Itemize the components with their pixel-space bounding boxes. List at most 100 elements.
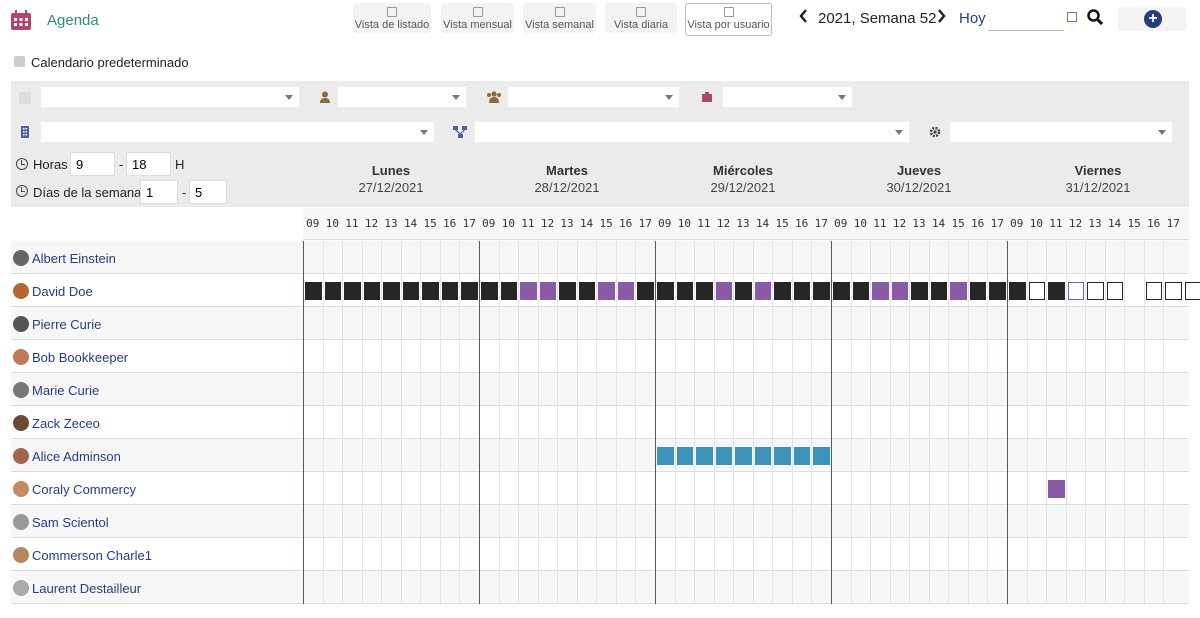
user-name-link[interactable]: Sam Scientol bbox=[32, 515, 109, 530]
event-block[interactable] bbox=[1028, 282, 1046, 300]
event-block[interactable] bbox=[813, 447, 830, 465]
event-block[interactable] bbox=[1185, 282, 1200, 300]
day-name: Jueves bbox=[896, 163, 942, 178]
hour-gridline bbox=[576, 274, 578, 307]
event-type-select[interactable] bbox=[40, 86, 300, 108]
filter-checkbox-icon[interactable] bbox=[19, 92, 31, 104]
hour-gridline bbox=[889, 307, 891, 340]
event-block[interactable] bbox=[793, 282, 811, 300]
event-block[interactable] bbox=[500, 282, 518, 300]
event-block[interactable] bbox=[383, 282, 400, 300]
event-block[interactable] bbox=[657, 447, 674, 465]
user-name-link[interactable]: David Doe bbox=[32, 284, 93, 299]
event-block[interactable] bbox=[754, 282, 772, 300]
event-block[interactable] bbox=[324, 282, 342, 300]
event-block[interactable] bbox=[1067, 282, 1085, 300]
event-block[interactable] bbox=[950, 282, 967, 300]
user-name-link[interactable]: Zack Zeceo bbox=[32, 416, 100, 431]
event-block[interactable] bbox=[461, 282, 478, 300]
event-block[interactable] bbox=[637, 282, 654, 300]
event-block[interactable] bbox=[1106, 282, 1124, 300]
event-block[interactable] bbox=[1009, 282, 1026, 300]
event-block[interactable] bbox=[872, 282, 889, 300]
checkbox-icon[interactable] bbox=[14, 56, 25, 67]
event-block[interactable] bbox=[539, 282, 557, 300]
project-select[interactable] bbox=[474, 121, 910, 143]
user-view-button[interactable]: Vista por usuario bbox=[685, 3, 772, 36]
date-input[interactable] bbox=[988, 7, 1064, 31]
event-block[interactable] bbox=[813, 282, 830, 300]
next-week-button[interactable] bbox=[937, 8, 947, 29]
user-select[interactable] bbox=[337, 86, 467, 108]
hour-gridline bbox=[791, 505, 793, 538]
event-block[interactable] bbox=[1145, 282, 1163, 300]
event-block[interactable] bbox=[402, 282, 420, 300]
event-block[interactable] bbox=[617, 282, 635, 300]
date-picker-icon[interactable] bbox=[1067, 12, 1077, 22]
day-view-button[interactable]: Vista diaria bbox=[605, 3, 677, 33]
resource-select[interactable] bbox=[722, 86, 853, 108]
page-title[interactable]: Agenda bbox=[47, 12, 99, 29]
event-block[interactable] bbox=[1087, 282, 1104, 300]
user-name-link[interactable]: Laurent Destailleur bbox=[32, 581, 141, 596]
event-block[interactable] bbox=[676, 447, 694, 465]
event-block[interactable] bbox=[715, 282, 733, 300]
days-to-input[interactable] bbox=[189, 180, 227, 204]
event-block[interactable] bbox=[754, 447, 772, 465]
month-view-button[interactable]: Vista mensual bbox=[441, 3, 514, 33]
list-view-button[interactable]: Vista de listado bbox=[353, 3, 431, 33]
event-block[interactable] bbox=[774, 447, 791, 465]
company-select[interactable] bbox=[40, 121, 435, 143]
event-block[interactable] bbox=[696, 447, 713, 465]
days-from-input[interactable] bbox=[140, 180, 178, 204]
hour-gridline bbox=[596, 274, 598, 307]
event-block[interactable] bbox=[344, 282, 361, 300]
event-block[interactable] bbox=[735, 282, 752, 300]
event-block[interactable] bbox=[989, 282, 1006, 300]
week-view-button[interactable]: Vista semanal bbox=[523, 3, 596, 33]
event-block[interactable] bbox=[598, 282, 615, 300]
event-block[interactable] bbox=[481, 282, 498, 300]
event-block[interactable] bbox=[969, 282, 987, 300]
event-block[interactable] bbox=[657, 282, 674, 300]
event-block[interactable] bbox=[559, 282, 576, 300]
user-name-link[interactable]: Coraly Commercy bbox=[32, 482, 136, 497]
event-block[interactable] bbox=[891, 282, 909, 300]
user-name-link[interactable]: Commerson Charle1 bbox=[32, 548, 152, 563]
today-link[interactable]: Hoy bbox=[959, 10, 986, 27]
event-block[interactable] bbox=[1165, 282, 1182, 300]
event-block[interactable] bbox=[1048, 480, 1065, 498]
hour-gridline bbox=[342, 505, 344, 538]
user-name-link[interactable]: Alice Adminson bbox=[32, 449, 121, 464]
hours-from-input[interactable] bbox=[70, 152, 115, 176]
event-block[interactable] bbox=[930, 282, 948, 300]
event-block[interactable] bbox=[774, 282, 791, 300]
event-block[interactable] bbox=[1048, 282, 1065, 300]
event-block[interactable] bbox=[911, 282, 928, 300]
user-name-link[interactable]: Bob Bookkeeper bbox=[32, 350, 128, 365]
event-block[interactable] bbox=[578, 282, 596, 300]
extra-filter-select[interactable] bbox=[949, 121, 1173, 143]
event-block[interactable] bbox=[715, 447, 733, 465]
event-block[interactable] bbox=[363, 282, 381, 300]
search-icon[interactable] bbox=[1087, 9, 1103, 25]
user-name-link[interactable]: Pierre Curie bbox=[32, 317, 101, 332]
previous-week-button[interactable] bbox=[798, 8, 808, 29]
user-group-select[interactable] bbox=[507, 86, 680, 108]
event-block[interactable] bbox=[833, 282, 850, 300]
event-block[interactable] bbox=[441, 282, 459, 300]
hour-gridline bbox=[987, 373, 989, 406]
event-block[interactable] bbox=[696, 282, 713, 300]
event-block[interactable] bbox=[422, 282, 439, 300]
user-name-link[interactable]: Marie Curie bbox=[32, 383, 99, 398]
event-block[interactable] bbox=[793, 447, 811, 465]
event-block[interactable] bbox=[735, 447, 752, 465]
event-block[interactable] bbox=[676, 282, 694, 300]
event-block[interactable] bbox=[305, 282, 322, 300]
user-name-link[interactable]: Albert Einstein bbox=[32, 251, 116, 266]
hours-to-input[interactable] bbox=[126, 152, 171, 176]
event-block[interactable] bbox=[852, 282, 870, 300]
hour-gridline bbox=[1124, 307, 1126, 340]
add-event-button[interactable]: + bbox=[1118, 7, 1186, 31]
event-block[interactable] bbox=[520, 282, 537, 300]
